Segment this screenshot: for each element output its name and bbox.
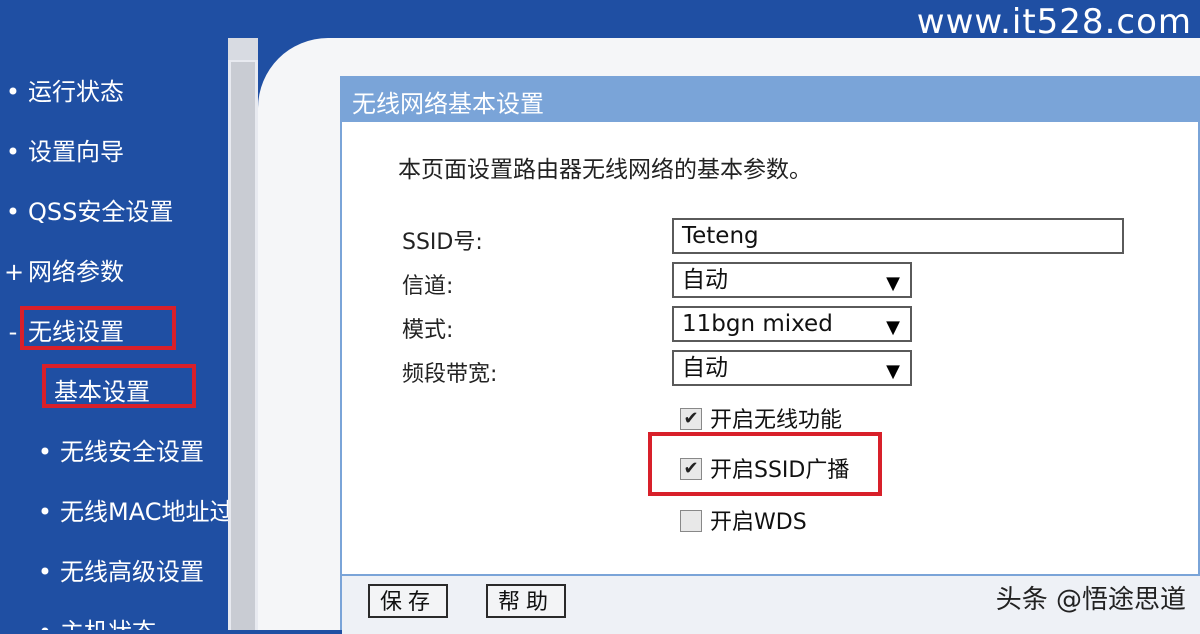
wireless-enable-checkbox[interactable]: ✔ <box>680 408 702 430</box>
sidebar-item-label: 设置向导 <box>28 138 124 166</box>
ssid-input[interactable]: Teteng <box>672 218 1124 254</box>
mode-label: 模式: <box>402 318 454 343</box>
bullet-icon: • <box>5 198 21 226</box>
dropdown-arrow-icon: ▼ <box>886 361 900 382</box>
mode-select[interactable]: 11bgn mixed ▼ <box>672 306 912 342</box>
sidebar-subitem-host-status[interactable]: • 主机状态 <box>32 612 156 630</box>
sidebar-scrollbar[interactable] <box>228 38 258 630</box>
bandwidth-label: 频段带宽: <box>402 362 498 387</box>
wireless-enable-row[interactable]: ✔ 开启无线功能 <box>680 402 842 434</box>
sidebar-item-setup-wizard[interactable]: • 设置向导 <box>0 132 124 167</box>
wds-row[interactable]: 开启WDS <box>680 504 807 536</box>
sidebar-item-label: 网络参数 <box>28 258 124 286</box>
sidebar-item-label: QSS安全设置 <box>28 198 174 226</box>
dropdown-arrow-icon: ▼ <box>886 317 900 338</box>
highlight-box <box>42 364 196 408</box>
highlight-box <box>648 432 882 496</box>
bullet-icon: • <box>37 498 53 526</box>
sidebar-item-label: 运行状态 <box>28 78 124 106</box>
sidebar-item-label: 无线安全设置 <box>60 438 204 466</box>
watermark: 头条 @悟途思道 <box>995 585 1186 615</box>
sidebar-item-status[interactable]: • 运行状态 <box>0 72 124 107</box>
sidebar-item-label: 无线高级设置 <box>60 558 204 586</box>
bullet-icon: • <box>5 138 21 166</box>
scroll-up-button[interactable] <box>228 38 258 60</box>
wireless-enable-label: 开启无线功能 <box>710 408 843 433</box>
wireless-basic-panel: 无线网络基本设置 本页面设置路由器无线网络的基本参数。 SSID号: Teten… <box>340 76 1200 634</box>
wds-label: 开启WDS <box>710 510 807 535</box>
sidebar-item-qss[interactable]: • QSS安全设置 <box>0 192 173 227</box>
channel-label: 信道: <box>402 274 454 299</box>
sidebar-item-network[interactable]: + 网络参数 <box>0 252 124 287</box>
bandwidth-select[interactable]: 自动 ▼ <box>672 350 912 386</box>
sidebar-item-label: 主机状态 <box>60 618 156 630</box>
dropdown-arrow-icon: ▼ <box>886 273 900 294</box>
wds-checkbox[interactable] <box>680 510 702 532</box>
expand-icon: + <box>4 258 25 286</box>
sidebar-subitem-advanced[interactable]: • 无线高级设置 <box>32 552 204 587</box>
ssid-label: SSID号: <box>402 230 483 255</box>
sidebar-subitem-security[interactable]: • 无线安全设置 <box>32 432 204 467</box>
channel-value: 自动 <box>682 267 728 293</box>
highlight-box <box>20 306 176 350</box>
bullet-icon: • <box>5 78 21 106</box>
channel-select[interactable]: 自动 ▼ <box>672 262 912 298</box>
help-button[interactable]: 帮助 <box>486 584 566 618</box>
ssid-value: Teteng <box>682 223 759 249</box>
bullet-icon: • <box>36 618 54 630</box>
top-banner: www.it528.com <box>0 0 1200 42</box>
sidebar-nav: • 运行状态 • 设置向导 • QSS安全设置 + 网络参数 - 无线设置 基本设置 • 无… <box>0 38 228 630</box>
mode-value: 11bgn mixed <box>682 311 833 337</box>
sidebar-subitem-mac-filter[interactable]: •无线MAC地址过滤 <box>32 492 228 527</box>
panel-title: 无线网络基本设置 <box>352 90 544 118</box>
bullet-icon: • <box>37 438 53 466</box>
bandwidth-value: 自动 <box>682 355 728 381</box>
panel-description: 本页面设置路由器无线网络的基本参数。 <box>398 157 812 183</box>
bullet-icon: • <box>37 558 53 586</box>
save-button[interactable]: 保存 <box>368 584 448 618</box>
sidebar-item-label: 无线MAC地址过滤 <box>60 498 228 526</box>
panel-header: 无线网络基本设置 <box>342 78 1200 122</box>
site-url: www.it528.com <box>916 2 1192 42</box>
scroll-thumb[interactable] <box>231 62 255 630</box>
